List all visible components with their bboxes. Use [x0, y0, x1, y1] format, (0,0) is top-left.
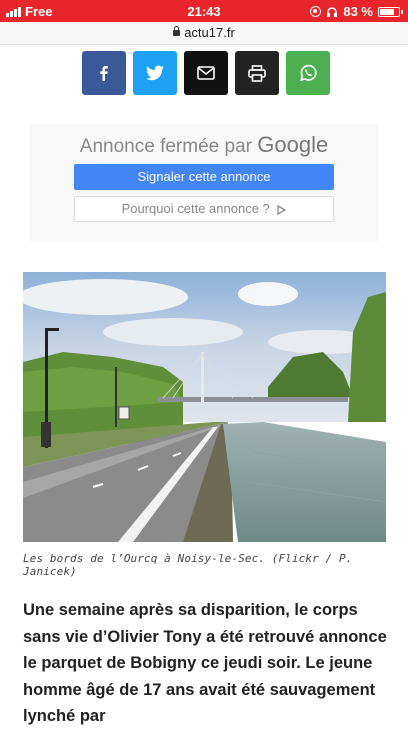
- url-bar[interactable]: actu17.fr: [0, 22, 408, 45]
- twitter-share-button[interactable]: [133, 51, 177, 95]
- why-this-ad-label: Pourquoi cette annonce ?: [121, 201, 270, 216]
- print-button[interactable]: [235, 51, 279, 95]
- whatsapp-share-button[interactable]: [286, 51, 330, 95]
- status-icons: 83 %: [310, 4, 403, 19]
- why-this-ad-button[interactable]: Pourquoi cette annonce ?: [74, 196, 334, 222]
- whatsapp-icon: [300, 64, 317, 82]
- status-bar: Free 21:43 83 %: [0, 0, 408, 22]
- twitter-icon: [146, 65, 164, 81]
- article-body: Une semaine après sa disparition, le cor…: [23, 601, 387, 725]
- canal-photo-image: [23, 272, 386, 542]
- battery-icon: [378, 6, 403, 17]
- photo-caption: Les bords de l’Ourcq à Noisy-le-Sec. (Fl…: [23, 552, 353, 578]
- adchoices-icon: [277, 204, 287, 215]
- facebook-share-button[interactable]: [82, 51, 126, 95]
- ad-title: Annonce fermée par Google: [30, 132, 378, 158]
- url-domain: actu17.fr: [184, 25, 235, 40]
- google-logo: Google: [257, 132, 329, 157]
- battery-percent: 83 %: [343, 4, 373, 19]
- printer-icon: [248, 64, 266, 82]
- share-bar: [82, 51, 330, 95]
- report-ad-button[interactable]: Signaler cette annonce: [74, 164, 334, 190]
- article-photo: [23, 272, 386, 542]
- rotation-lock-icon: [310, 6, 322, 17]
- ad-title-text: Annonce fermée par: [79, 136, 252, 157]
- headphones-icon: [327, 6, 338, 17]
- mail-icon: [197, 66, 215, 80]
- facebook-icon: [100, 66, 108, 81]
- email-share-button[interactable]: [184, 51, 228, 95]
- lock-icon: [173, 25, 181, 36]
- ad-closed-block: Annonce fermée par Google Signaler cette…: [30, 124, 378, 242]
